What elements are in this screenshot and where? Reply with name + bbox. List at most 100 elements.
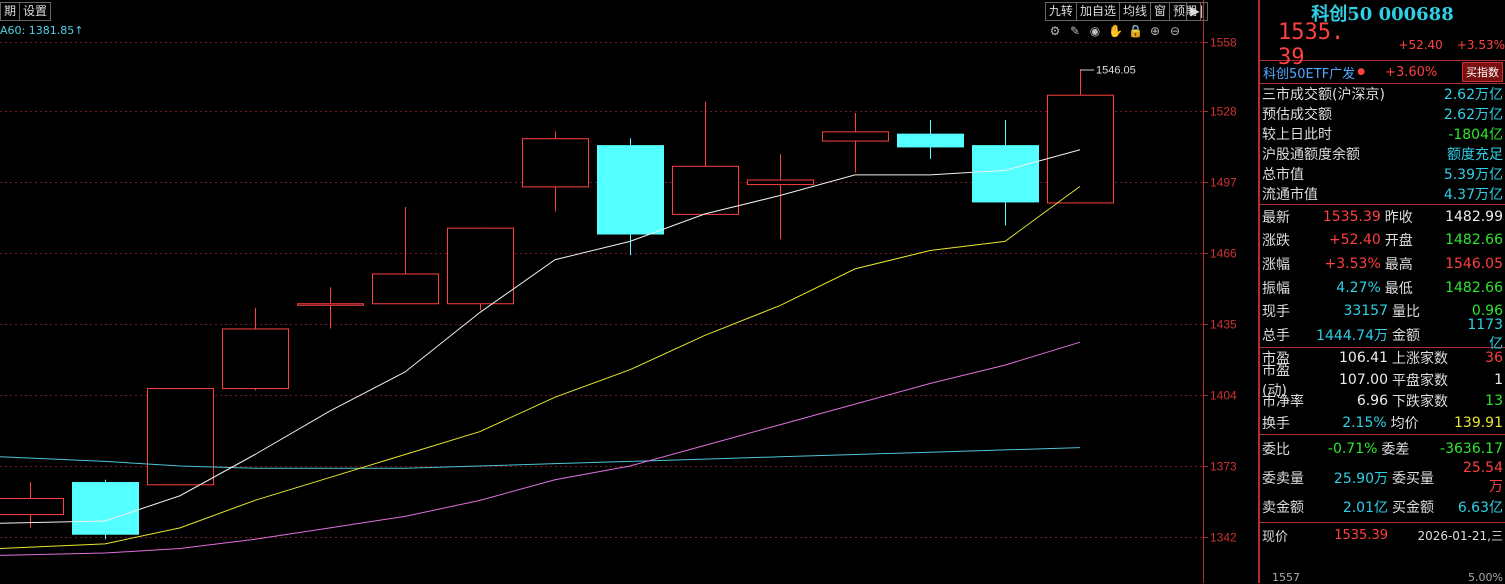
mini-right-value: 5.00% <box>1468 570 1503 584</box>
candle-body <box>747 179 814 186</box>
quote-label-2: 金额 <box>1392 327 1420 344</box>
quote-value-2: 6.63亿 <box>1457 500 1503 517</box>
quote-label-2: 均价 <box>1390 415 1419 432</box>
quote-value-2: -3636.17 <box>1440 441 1503 458</box>
stat-label: 流通市值 <box>1262 187 1318 203</box>
quote-row: 委卖量 25.90万 委买量 25.54万 <box>1260 460 1505 495</box>
stat-row: 流通市值 4.37万亿 <box>1260 184 1505 204</box>
candle-body <box>1047 94 1114 204</box>
quote-value-2: 1173亿 <box>1467 316 1503 352</box>
y-tick-label: 1528 <box>1210 105 1237 119</box>
candle-body <box>822 131 889 142</box>
quote-row: 换手 2.15% 均价 139.91 <box>1260 412 1505 434</box>
y-tick-label: 1466 <box>1210 247 1237 261</box>
candle-body <box>672 165 739 215</box>
quote-value-2: 1482.66 <box>1445 232 1503 249</box>
now-row: 现价 1535.39 2026-01-21,三 <box>1260 523 1505 549</box>
quote-label: 涨幅 <box>1262 256 1290 273</box>
quote-value: 107.00 <box>1339 371 1388 388</box>
candle-body <box>297 303 364 306</box>
quote-value: 1444.74万 <box>1316 327 1388 344</box>
candlestick-chart[interactable]: 1558 1528 1497 1466 1435 1404 1373 1342 1546.05 <box>0 0 1258 583</box>
candle-body <box>897 133 964 148</box>
quote-value: 1535.39 <box>1322 208 1381 225</box>
trade-date: 2026-01-21,三 <box>1417 529 1503 544</box>
quote-label-2: 买金额 <box>1392 500 1434 517</box>
quote-row: 涨幅 +3.53% 最高 1546.05 <box>1260 252 1505 276</box>
stat-label: 总市值 <box>1262 167 1304 183</box>
stat-row: 三市成交额(沪深京) 2.62万亿 <box>1260 84 1505 104</box>
quote-value: 4.27% <box>1336 279 1381 296</box>
stat-row: 较上日此时 -1804亿 <box>1260 124 1505 144</box>
quote-value-2: 1482.99 <box>1445 208 1503 225</box>
y-tick-label: 1435 <box>1210 318 1237 332</box>
ma-line-yellow <box>0 185 1081 549</box>
quote-value: 25.90万 <box>1333 471 1388 488</box>
quote-label: 总手 <box>1262 327 1290 344</box>
quote-value-2: 25.54万 <box>1462 460 1503 496</box>
quote-label-2: 上涨家数 <box>1392 351 1448 368</box>
quote-row: 总手 1444.74万 金额 1173亿 <box>1260 317 1505 352</box>
etf-row[interactable]: 科创50ETF广发 ● +3.60% 买指数 <box>1260 61 1505 84</box>
quote-value-2: 1 <box>1494 371 1503 388</box>
quote-value: 106.41 <box>1339 350 1388 367</box>
etf-dot-icon: ● <box>1357 67 1366 77</box>
quote-value-2: 1546.05 <box>1445 255 1503 272</box>
quote-row: 卖金额 2.01亿 买金额 6.63亿 <box>1260 493 1505 522</box>
quote-row: 涨跌 +52.40 开盘 1482.66 <box>1260 229 1505 253</box>
quote-label: 卖金额 <box>1262 500 1304 517</box>
quote-value: 33157 <box>1343 303 1388 320</box>
quote-value: 2.01亿 <box>1342 500 1388 517</box>
quote-grid-valuation: 市盈 106.41 上涨家数 36 市盈(动) 107.00 平盘家数 1 市净率 6.96 下跌家… <box>1260 348 1505 435</box>
quote-label-2: 最低 <box>1384 280 1413 297</box>
stat-value: 2.62万亿 <box>1443 107 1503 123</box>
quote-label-2: 开盘 <box>1384 233 1413 250</box>
quote-value-2: 13 <box>1485 393 1503 410</box>
candle-body <box>447 227 514 305</box>
candle-body <box>72 482 139 535</box>
candle-body <box>222 328 289 390</box>
expand-panel-button[interactable]: ▶| <box>1186 2 1208 21</box>
kline-chart-area[interactable]: 期 设置 九转 加自选 均线 窗 预期 A60: 1381.85↑ ⚙ ✎ ◉ … <box>0 0 1258 583</box>
quote-label: 委比 <box>1262 442 1290 459</box>
candle-body <box>522 138 589 188</box>
stat-value: -1804亿 <box>1448 127 1503 143</box>
y-tick-label: 1342 <box>1210 531 1237 545</box>
quote-value: 2.15% <box>1342 414 1387 431</box>
quote-value: 6.96 <box>1356 393 1388 410</box>
stat-value: 额度充足 <box>1447 147 1503 163</box>
mini-timeline: 1557 5.00% <box>1260 570 1505 584</box>
quote-row: 最新 1535.39 昨收 1482.99 <box>1260 205 1505 229</box>
buy-index-button[interactable]: 买指数 <box>1462 62 1503 82</box>
market-stats: 三市成交额(沪深京) 2.62万亿 预估成交额 2.62万亿 较上日此时 -1804亿 沪股… <box>1260 84 1505 205</box>
stat-value: 5.39万亿 <box>1443 167 1503 183</box>
stat-row: 沪股通额度余额 额度充足 <box>1260 144 1505 164</box>
quote-label-2: 昨收 <box>1384 209 1413 226</box>
quote-value-2: 1482.66 <box>1445 279 1503 296</box>
quote-value: +3.53% <box>1324 255 1381 272</box>
quote-label-2: 委差 <box>1381 442 1410 459</box>
quote-label: 现手 <box>1262 304 1290 321</box>
stat-label: 三市成交额(沪深京) <box>1262 87 1385 103</box>
quote-value: -0.71% <box>1327 441 1378 458</box>
quote-value-2: 139.91 <box>1454 414 1503 431</box>
now-price: 1535.39 <box>1334 528 1388 544</box>
quote-label-2: 下跌家数 <box>1392 394 1448 411</box>
max-marker-label: 1546.05 <box>1096 65 1136 77</box>
quote-label: 涨跌 <box>1262 233 1290 250</box>
stat-value: 2.62万亿 <box>1443 87 1503 103</box>
quote-label-2: 委买量 <box>1392 471 1434 488</box>
quote-label-2: 量比 <box>1392 304 1420 321</box>
etf-name[interactable]: 科创50ETF广发 <box>1263 63 1355 82</box>
stat-value: 4.37万亿 <box>1443 187 1503 203</box>
price-change: +52.40 <box>1398 38 1443 52</box>
quote-row: 市净率 6.96 下跌家数 13 <box>1260 391 1505 413</box>
quote-label-2: 最高 <box>1384 256 1413 273</box>
quote-label: 市净率 <box>1262 394 1304 411</box>
y-tick-label: 1497 <box>1210 176 1237 190</box>
quote-label-2: 平盘家数 <box>1392 372 1448 389</box>
candle-body <box>372 273 439 305</box>
stat-row: 预估成交额 2.62万亿 <box>1260 104 1505 124</box>
stat-label: 沪股通额度余额 <box>1262 147 1360 163</box>
quote-panel: 科创50 000688 1535. 39 +52.40 +3.53% 科创50E… <box>1258 0 1505 584</box>
